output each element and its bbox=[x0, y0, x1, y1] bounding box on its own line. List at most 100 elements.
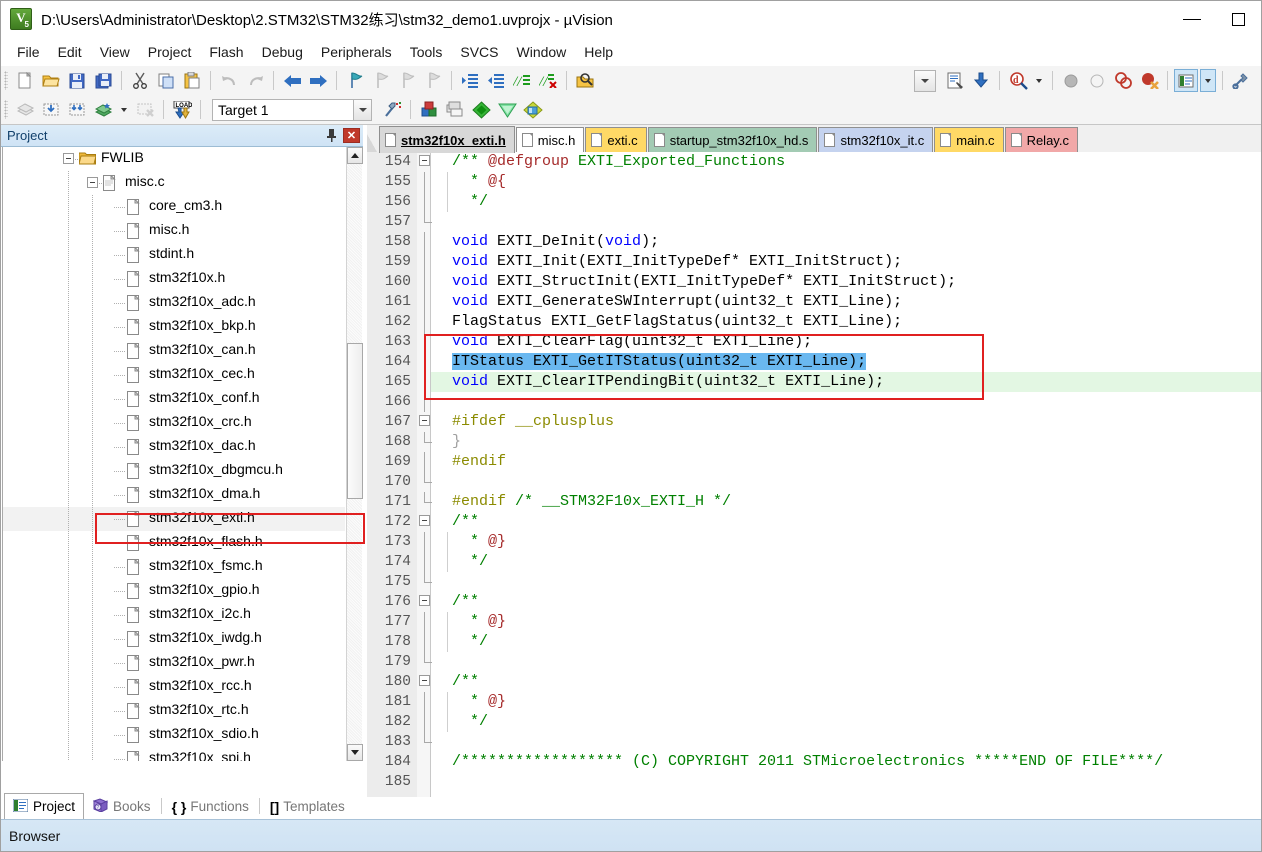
dropdown-caret-icon[interactable] bbox=[914, 69, 936, 92]
editor-tab-stm32f10x_it-c[interactable]: stm32f10x_it.c bbox=[818, 127, 934, 152]
fold-collapse-icon[interactable] bbox=[419, 515, 430, 526]
code-line-170[interactable]: 170 bbox=[367, 472, 1261, 492]
target-select[interactable]: Target 1 bbox=[212, 98, 372, 121]
download-to-flash-icon[interactable]: LOAD bbox=[170, 98, 194, 121]
editor-tab-relay-c[interactable]: Relay.c bbox=[1004, 127, 1078, 152]
code-lines[interactable]: 154 /** @defgroup EXTI_Exported_Functions… bbox=[367, 152, 1261, 797]
code-line-172[interactable]: 172 /** bbox=[367, 512, 1261, 532]
indent-increase-icon[interactable] bbox=[458, 69, 482, 92]
tree-item-stm32f10x_spi-h[interactable]: stm32f10x_spi.h bbox=[3, 747, 345, 761]
project-tree[interactable]: FWLIB misc.c core_cm3.h misc.h stdint.h stm32… bbox=[2, 147, 345, 761]
tree-scroll-up-button[interactable] bbox=[347, 147, 363, 164]
configure-target-icon[interactable] bbox=[943, 69, 967, 92]
tree-item-misc-h[interactable]: misc.h bbox=[3, 219, 345, 243]
tree-item-stm32f10x_gpio-h[interactable]: stm32f10x_gpio.h bbox=[3, 579, 345, 603]
code-line-162[interactable]: 162 FlagStatus EXTI_GetFlagStatus(uint32_… bbox=[367, 312, 1261, 332]
editor-tab-startup_stm32f10x_hd-s[interactable]: startup_stm32f10x_hd.s bbox=[647, 127, 818, 152]
find-dropdown-caret-icon[interactable] bbox=[1032, 69, 1046, 92]
kill-all-breakpoints-icon[interactable] bbox=[1137, 69, 1161, 92]
paste-icon[interactable] bbox=[180, 69, 204, 92]
maximize-button[interactable] bbox=[1215, 1, 1261, 37]
panel-tab-functions[interactable]: { } Functions bbox=[163, 794, 258, 819]
code-line-177[interactable]: 177 * @} bbox=[367, 612, 1261, 632]
code-line-155[interactable]: 155 * @{ bbox=[367, 172, 1261, 192]
pin-icon[interactable] bbox=[323, 127, 339, 143]
code-line-178[interactable]: 178 */ bbox=[367, 632, 1261, 652]
code-line-173[interactable]: 173 * @} bbox=[367, 532, 1261, 552]
menu-svcs[interactable]: SVCS bbox=[451, 41, 507, 63]
tree-item-stm32f10x_sdio-h[interactable]: stm32f10x_sdio.h bbox=[3, 723, 345, 747]
fold-collapse-icon[interactable] bbox=[419, 675, 430, 686]
code-line-165[interactable]: 165 void EXTI_ClearITPendingBit(uint32_t … bbox=[367, 372, 1261, 392]
menu-project[interactable]: Project bbox=[139, 41, 201, 63]
tree-item-stm32f10x_dac-h[interactable]: stm32f10x_dac.h bbox=[3, 435, 345, 459]
tree-item-stdint-h[interactable]: stdint.h bbox=[3, 243, 345, 267]
save-icon[interactable] bbox=[65, 69, 89, 92]
tree-expander-collapse[interactable] bbox=[63, 153, 74, 164]
tree-item-stm32f10x_fsmc-h[interactable]: stm32f10x_fsmc.h bbox=[3, 555, 345, 579]
code-line-175[interactable]: 175 bbox=[367, 572, 1261, 592]
tree-item-stm32f10x_iwdg-h[interactable]: stm32f10x_iwdg.h bbox=[3, 627, 345, 651]
tree-scroll-thumb[interactable] bbox=[347, 343, 363, 499]
tree-item-fwlib[interactable]: FWLIB bbox=[3, 147, 345, 171]
code-line-158[interactable]: 158 void EXTI_DeInit(void); bbox=[367, 232, 1261, 252]
pack-installer-icon[interactable] bbox=[469, 98, 493, 121]
code-line-166[interactable]: 166 bbox=[367, 392, 1261, 412]
download-icon[interactable] bbox=[969, 69, 993, 92]
open-file-icon[interactable] bbox=[39, 69, 63, 92]
navigate-forward-icon[interactable] bbox=[306, 69, 330, 92]
project-tree-vscrollbar[interactable] bbox=[346, 147, 363, 761]
new-file-icon[interactable] bbox=[13, 69, 37, 92]
fold-collapse-icon[interactable] bbox=[419, 155, 430, 166]
batch-build-caret-icon[interactable] bbox=[117, 98, 131, 121]
window-dropdown-caret-icon[interactable] bbox=[1200, 69, 1216, 92]
code-line-163[interactable]: 163 void EXTI_ClearFlag(uint32_t EXTI_Lin… bbox=[367, 332, 1261, 352]
code-line-154[interactable]: 154 /** @defgroup EXTI_Exported_Functions bbox=[367, 152, 1261, 172]
menu-peripherals[interactable]: Peripherals bbox=[312, 41, 401, 63]
code-line-180[interactable]: 180 /** bbox=[367, 672, 1261, 692]
tree-item-stm32f10x-h[interactable]: stm32f10x.h bbox=[3, 267, 345, 291]
minimize-button[interactable] bbox=[1169, 1, 1215, 37]
editor-tab-exti-c[interactable]: exti.c bbox=[585, 127, 647, 152]
code-line-181[interactable]: 181 * @} bbox=[367, 692, 1261, 712]
menu-file[interactable]: File bbox=[8, 41, 49, 63]
tree-item-stm32f10x_dbgmcu-h[interactable]: stm32f10x_dbgmcu.h bbox=[3, 459, 345, 483]
manage-runtime-env-icon[interactable] bbox=[521, 98, 545, 121]
menu-flash[interactable]: Flash bbox=[200, 41, 252, 63]
indent-decrease-icon[interactable] bbox=[484, 69, 508, 92]
editor-tab-stm32f10x_exti-h[interactable]: stm32f10x_exti.h bbox=[379, 126, 515, 153]
tree-item-stm32f10x_conf-h[interactable]: stm32f10x_conf.h bbox=[3, 387, 345, 411]
code-line-160[interactable]: 160 void EXTI_StructInit(EXTI_InitTypeDef… bbox=[367, 272, 1261, 292]
code-line-167[interactable]: 167 #ifdef __cplusplus bbox=[367, 412, 1261, 432]
code-line-157[interactable]: 157 bbox=[367, 212, 1261, 232]
uncomment-lines-icon[interactable]: // bbox=[536, 69, 560, 92]
tree-expander-collapse[interactable] bbox=[87, 177, 98, 188]
code-line-156[interactable]: 156 */ bbox=[367, 192, 1261, 212]
tree-item-stm32f10x_rtc-h[interactable]: stm32f10x_rtc.h bbox=[3, 699, 345, 723]
toolbar-grip[interactable] bbox=[4, 71, 8, 90]
save-all-icon[interactable] bbox=[91, 69, 115, 92]
panel-tab-templates[interactable]: [] Templates bbox=[261, 794, 354, 819]
build-target-icon[interactable] bbox=[39, 98, 63, 121]
target-select-caret-icon[interactable] bbox=[353, 98, 372, 121]
editor-tab-main-c[interactable]: main.c bbox=[934, 127, 1004, 152]
code-line-174[interactable]: 174 */ bbox=[367, 552, 1261, 572]
manage-project-items-icon[interactable] bbox=[417, 98, 441, 121]
find-in-files-icon[interactable] bbox=[573, 69, 597, 92]
panel-tab-books[interactable]: ? Books bbox=[84, 794, 160, 819]
build-toolbar-grip[interactable] bbox=[4, 100, 8, 119]
editor-tab-misc-h[interactable]: misc.h bbox=[515, 127, 585, 152]
code-line-159[interactable]: 159 void EXTI_Init(EXTI_InitTypeDef* EXTI… bbox=[367, 252, 1261, 272]
menu-tools[interactable]: Tools bbox=[401, 41, 452, 63]
tree-item-stm32f10x_bkp-h[interactable]: stm32f10x_bkp.h bbox=[3, 315, 345, 339]
code-line-184[interactable]: 184 /****************** (C) COPYRIGHT 201… bbox=[367, 752, 1261, 772]
code-line-176[interactable]: 176 /** bbox=[367, 592, 1261, 612]
fold-collapse-icon[interactable] bbox=[419, 595, 430, 606]
code-line-164[interactable]: 164 ITStatus EXTI_GetITStatus(uint32_t EX… bbox=[367, 352, 1261, 372]
tree-item-stm32f10x_dma-h[interactable]: stm32f10x_dma.h bbox=[3, 483, 345, 507]
code-line-182[interactable]: 182 */ bbox=[367, 712, 1261, 732]
code-editor[interactable]: 154 /** @defgroup EXTI_Exported_Functions… bbox=[367, 152, 1261, 797]
tree-item-stm32f10x_exti-h[interactable]: stm32f10x_exti.h bbox=[3, 507, 345, 531]
comment-lines-icon[interactable]: // bbox=[510, 69, 534, 92]
tree-item-stm32f10x_flash-h[interactable]: stm32f10x_flash.h bbox=[3, 531, 345, 555]
